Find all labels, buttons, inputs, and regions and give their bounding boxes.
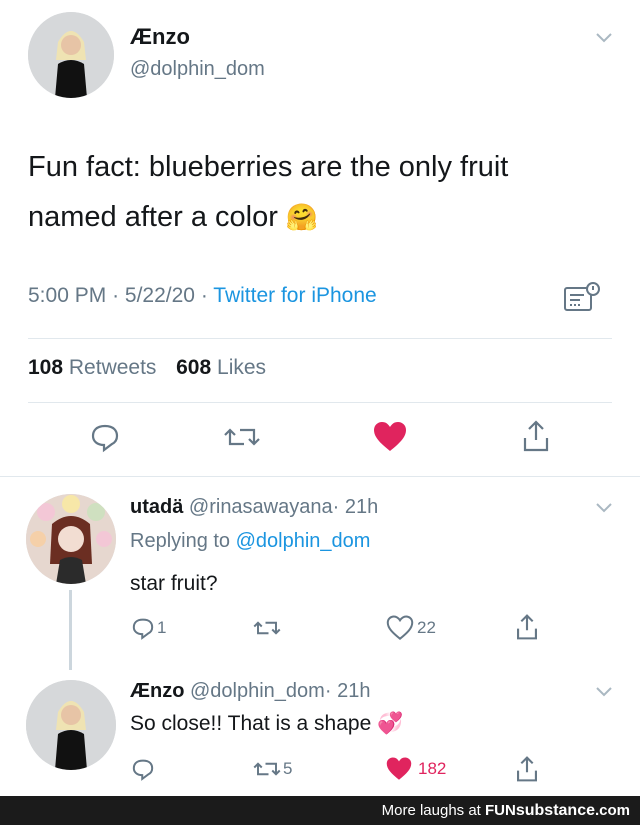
- tweet-date[interactable]: 5/22/20: [125, 284, 195, 307]
- likes-count[interactable]: 608: [176, 356, 211, 379]
- reply-time[interactable]: 21h: [337, 680, 370, 702]
- retweet-icon[interactable]: [252, 614, 282, 642]
- author-avatar[interactable]: [28, 12, 114, 98]
- retweet-icon: [253, 762, 281, 776]
- reply-header: Ænzo @dolphin_dom· 21h: [130, 680, 370, 703]
- reply-icon[interactable]: [130, 756, 156, 782]
- retweets-count[interactable]: 108: [28, 356, 63, 379]
- replying-to: Replying to @dolphin_dom: [130, 530, 370, 553]
- reply-button[interactable]: 1: [130, 614, 166, 642]
- meta-separator: ·: [200, 284, 208, 307]
- reply-avatar[interactable]: [26, 680, 116, 770]
- author-name[interactable]: Ænzo: [130, 24, 190, 50]
- divider: [28, 402, 612, 403]
- tweet-text: Fun fact: blueberries are the only fruit…: [28, 142, 508, 242]
- tweet-text-line-2: named after a color 🤗: [28, 192, 508, 242]
- watermark-text: More laughs at FUNsubstance.com: [382, 802, 630, 820]
- watermark-bar: More laughs at FUNsubstance.com: [0, 796, 640, 825]
- like-count: 22: [417, 618, 436, 637]
- revolving-hearts-emoji: 💞: [377, 712, 404, 735]
- divider: [28, 338, 612, 339]
- reply-text: So close!! That is a shape 💞: [130, 712, 403, 736]
- tweet-meta: 5:00 PM · 5/22/20 · Twitter for iPhone: [28, 284, 377, 308]
- retweets-label[interactable]: Retweets: [69, 356, 157, 379]
- reply-count: 1: [157, 618, 167, 637]
- like-button[interactable]: 22: [386, 614, 436, 642]
- reply-icon: [132, 618, 154, 640]
- retweet-button[interactable]: 5: [252, 756, 292, 782]
- reply-author-handle[interactable]: @dolphin_dom: [190, 680, 325, 702]
- share-icon[interactable]: [514, 612, 540, 642]
- replying-to-label: Replying to: [130, 530, 231, 552]
- author-handle[interactable]: @dolphin_dom: [130, 58, 265, 81]
- reply-avatar[interactable]: [26, 494, 116, 584]
- chevron-down-icon[interactable]: [594, 684, 614, 698]
- watermark-brand-substance: substance: [515, 802, 595, 819]
- meta-separator: ·: [324, 680, 332, 702]
- heart-icon[interactable]: [372, 420, 408, 454]
- reply-icon[interactable]: [88, 420, 122, 454]
- hugging-face-emoji: 🤗: [285, 202, 319, 232]
- engagement-counts: 108 Retweets 608 Likes: [28, 356, 266, 380]
- reply-author-name[interactable]: utadä: [130, 496, 183, 518]
- tweet-time[interactable]: 5:00 PM: [28, 284, 106, 307]
- chevron-down-icon[interactable]: [594, 30, 614, 44]
- heart-icon: [386, 757, 412, 780]
- meta-separator: ·: [332, 496, 340, 518]
- like-count: 182: [418, 759, 447, 778]
- watermark-prefix: More laughs at: [381, 802, 486, 819]
- heart-outline-icon: [386, 615, 414, 640]
- tweet-text-line-1: Fun fact: blueberries are the only fruit: [28, 151, 509, 183]
- watermark-brand-fun: FUN: [485, 802, 516, 819]
- watermark-brand-com: .com: [594, 802, 630, 819]
- share-icon[interactable]: [520, 418, 552, 454]
- like-button[interactable]: 182: [384, 756, 446, 782]
- analytics-icon[interactable]: [562, 280, 602, 314]
- reply-text: star fruit?: [130, 572, 218, 595]
- retweet-icon[interactable]: [222, 420, 262, 454]
- tweet-source[interactable]: Twitter for iPhone: [213, 284, 376, 307]
- replying-to-handle[interactable]: @dolphin_dom: [236, 530, 371, 552]
- tweet-text-line-2-text: named after a color: [28, 201, 278, 233]
- reply-time[interactable]: 21h: [345, 496, 378, 518]
- reply-text-content: So close!! That is a shape: [130, 712, 372, 735]
- reply-thread-line: [69, 590, 72, 670]
- reply-author-handle[interactable]: @rinasawayana: [189, 496, 333, 518]
- chevron-down-icon[interactable]: [594, 500, 614, 514]
- meta-separator: ·: [112, 284, 120, 307]
- reply-author-name[interactable]: Ænzo: [130, 680, 184, 702]
- retweet-count: 5: [283, 759, 293, 778]
- likes-label[interactable]: Likes: [217, 356, 266, 379]
- share-icon[interactable]: [514, 754, 540, 784]
- reply-header: utadä @rinasawayana· 21h: [130, 496, 378, 519]
- divider: [0, 476, 640, 477]
